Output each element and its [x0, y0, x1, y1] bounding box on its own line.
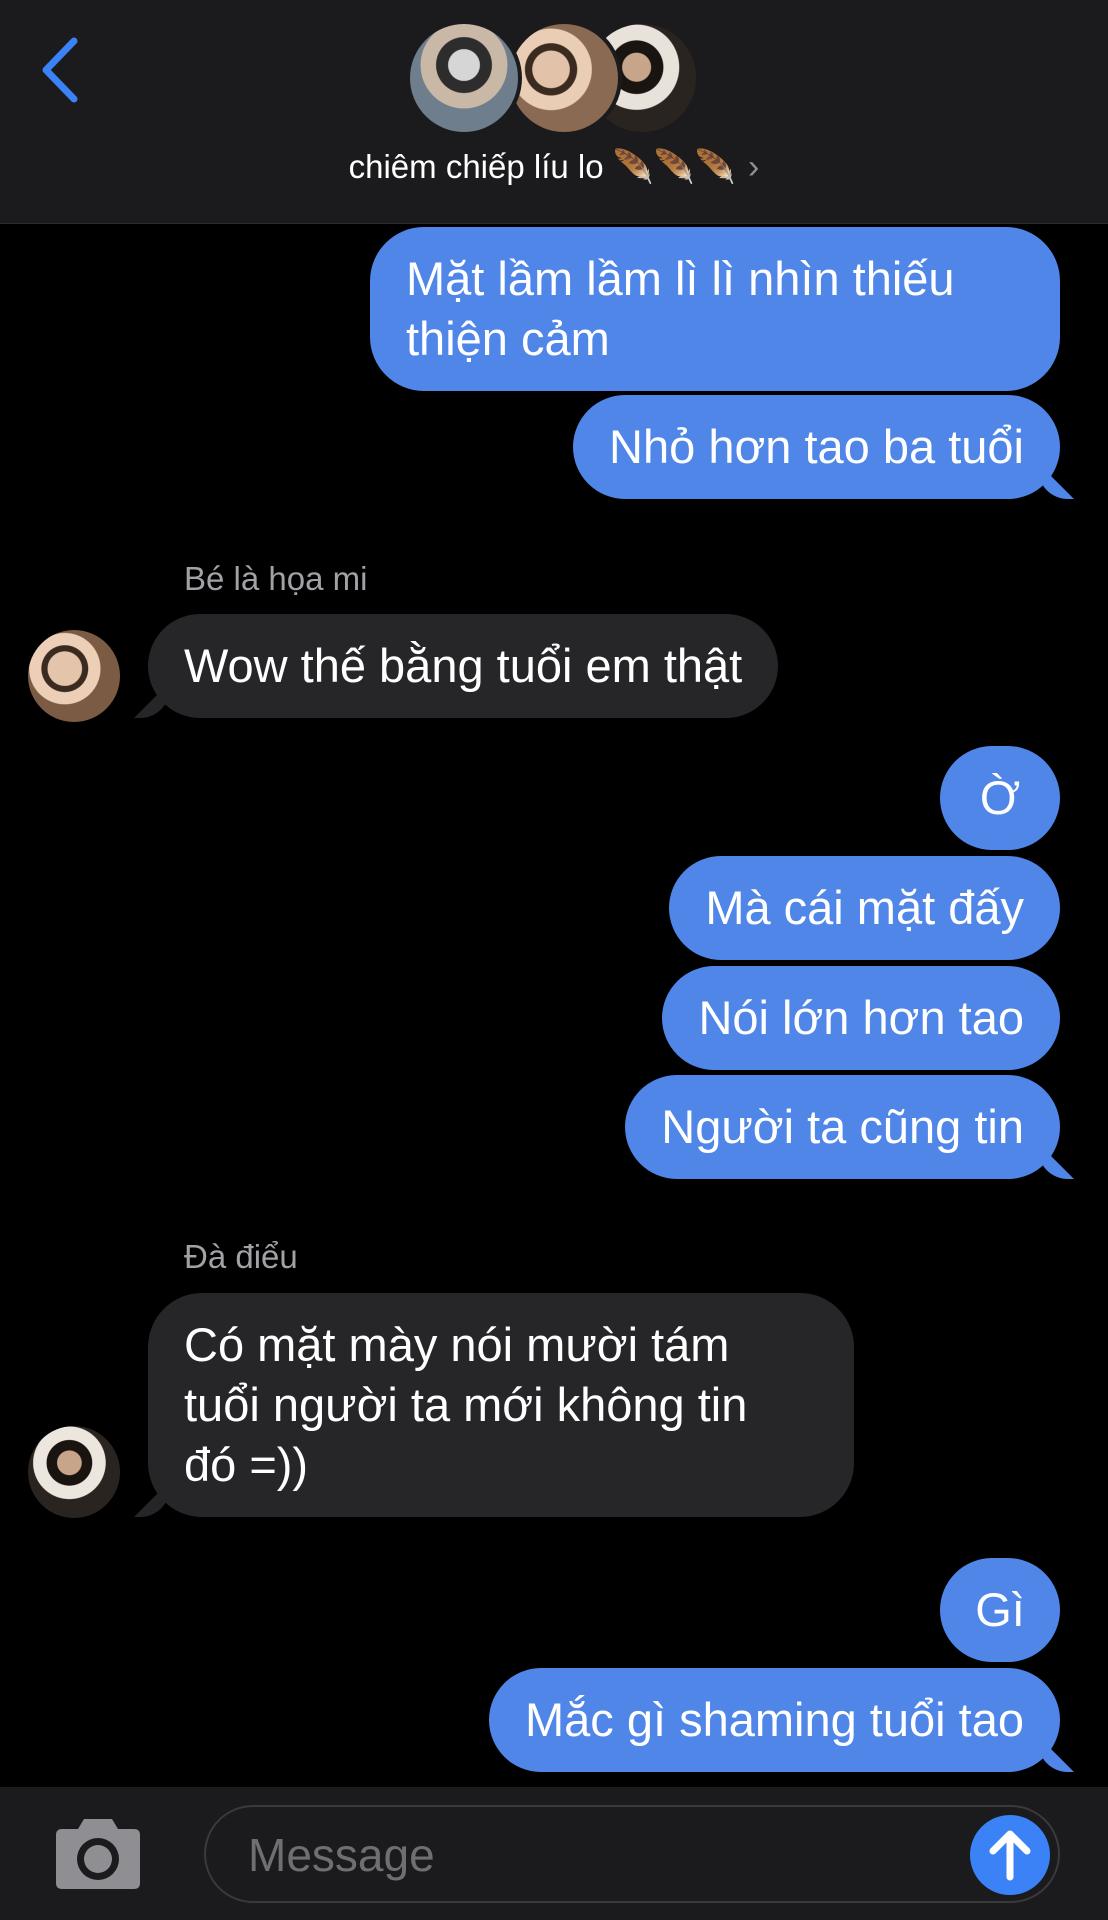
message-text: Người ta cũng tin [661, 1100, 1024, 1153]
send-button[interactable] [970, 1815, 1050, 1895]
message-bubble-incoming[interactable]: Wow thế bằng tuổi em thật [148, 614, 779, 718]
group-avatars[interactable] [0, 20, 1108, 140]
group-name-label: chiêm chiếp líu lo 🪶🪶🪶 [348, 148, 737, 185]
message-line: thiện cảm [406, 312, 610, 365]
camera-button[interactable] [50, 1817, 146, 1891]
message-composer [0, 1787, 1108, 1920]
message-bubble-outgoing[interactable]: Mà cái mặt đấy [669, 856, 1060, 960]
message-text: Gì [975, 1583, 1025, 1636]
sender-avatar[interactable] [28, 1426, 120, 1518]
message-text: Mà cái mặt đấy [705, 881, 1024, 934]
message-bubble-outgoing[interactable]: Gì [940, 1558, 1060, 1662]
message-input[interactable] [246, 1807, 930, 1903]
group-name[interactable]: chiêm chiếp líu lo 🪶🪶🪶 › [0, 148, 1108, 187]
sender-name: Đà điểu [184, 1238, 298, 1275]
message-bubble-outgoing[interactable]: Nói lớn hơn tao [662, 966, 1060, 1070]
message-text: Nói lớn hơn tao [698, 991, 1024, 1044]
member-avatar-1 [406, 20, 522, 136]
message-line: đó =)) [184, 1438, 309, 1491]
message-bubble-outgoing[interactable]: Ờ [940, 746, 1060, 850]
message-line: tuổi người ta mới không tin [184, 1378, 748, 1431]
sender-avatar[interactable] [28, 630, 120, 722]
message-text: Wow thế bằng tuổi em thật [184, 639, 743, 692]
conversation-header: chiêm chiếp líu lo 🪶🪶🪶 › [0, 0, 1108, 224]
message-thread: Mặt lầm lầm lì lì nhìn thiếu thiện cảm N… [0, 223, 1108, 1783]
message-bubble-incoming[interactable]: Có mặt mày nói mười tám tuổi người ta mớ… [148, 1293, 854, 1517]
message-line: Có mặt mày nói mười tám [184, 1318, 730, 1371]
message-bubble-outgoing[interactable]: Nhỏ hơn tao ba tuổi [573, 395, 1060, 499]
message-line: Mặt lầm lầm lì lì nhìn thiếu [406, 252, 955, 305]
message-bubble-outgoing[interactable]: Mặt lầm lầm lì lì nhìn thiếu thiện cảm [370, 227, 1060, 391]
message-text: Nhỏ hơn tao ba tuổi [609, 420, 1024, 473]
sender-name: Bé là họa mi [184, 560, 368, 597]
camera-icon [56, 1819, 140, 1889]
message-input-container[interactable] [204, 1805, 1060, 1903]
message-text: Mắc gì shaming tuổi tao [525, 1693, 1024, 1746]
message-bubble-outgoing[interactable]: Người ta cũng tin [625, 1075, 1060, 1179]
message-bubble-outgoing[interactable]: Mắc gì shaming tuổi tao [489, 1668, 1060, 1772]
message-text: Ờ [979, 771, 1021, 824]
member-avatar-2 [506, 20, 622, 136]
arrow-up-icon [989, 1830, 1031, 1881]
chevron-right-icon: › [748, 148, 760, 186]
